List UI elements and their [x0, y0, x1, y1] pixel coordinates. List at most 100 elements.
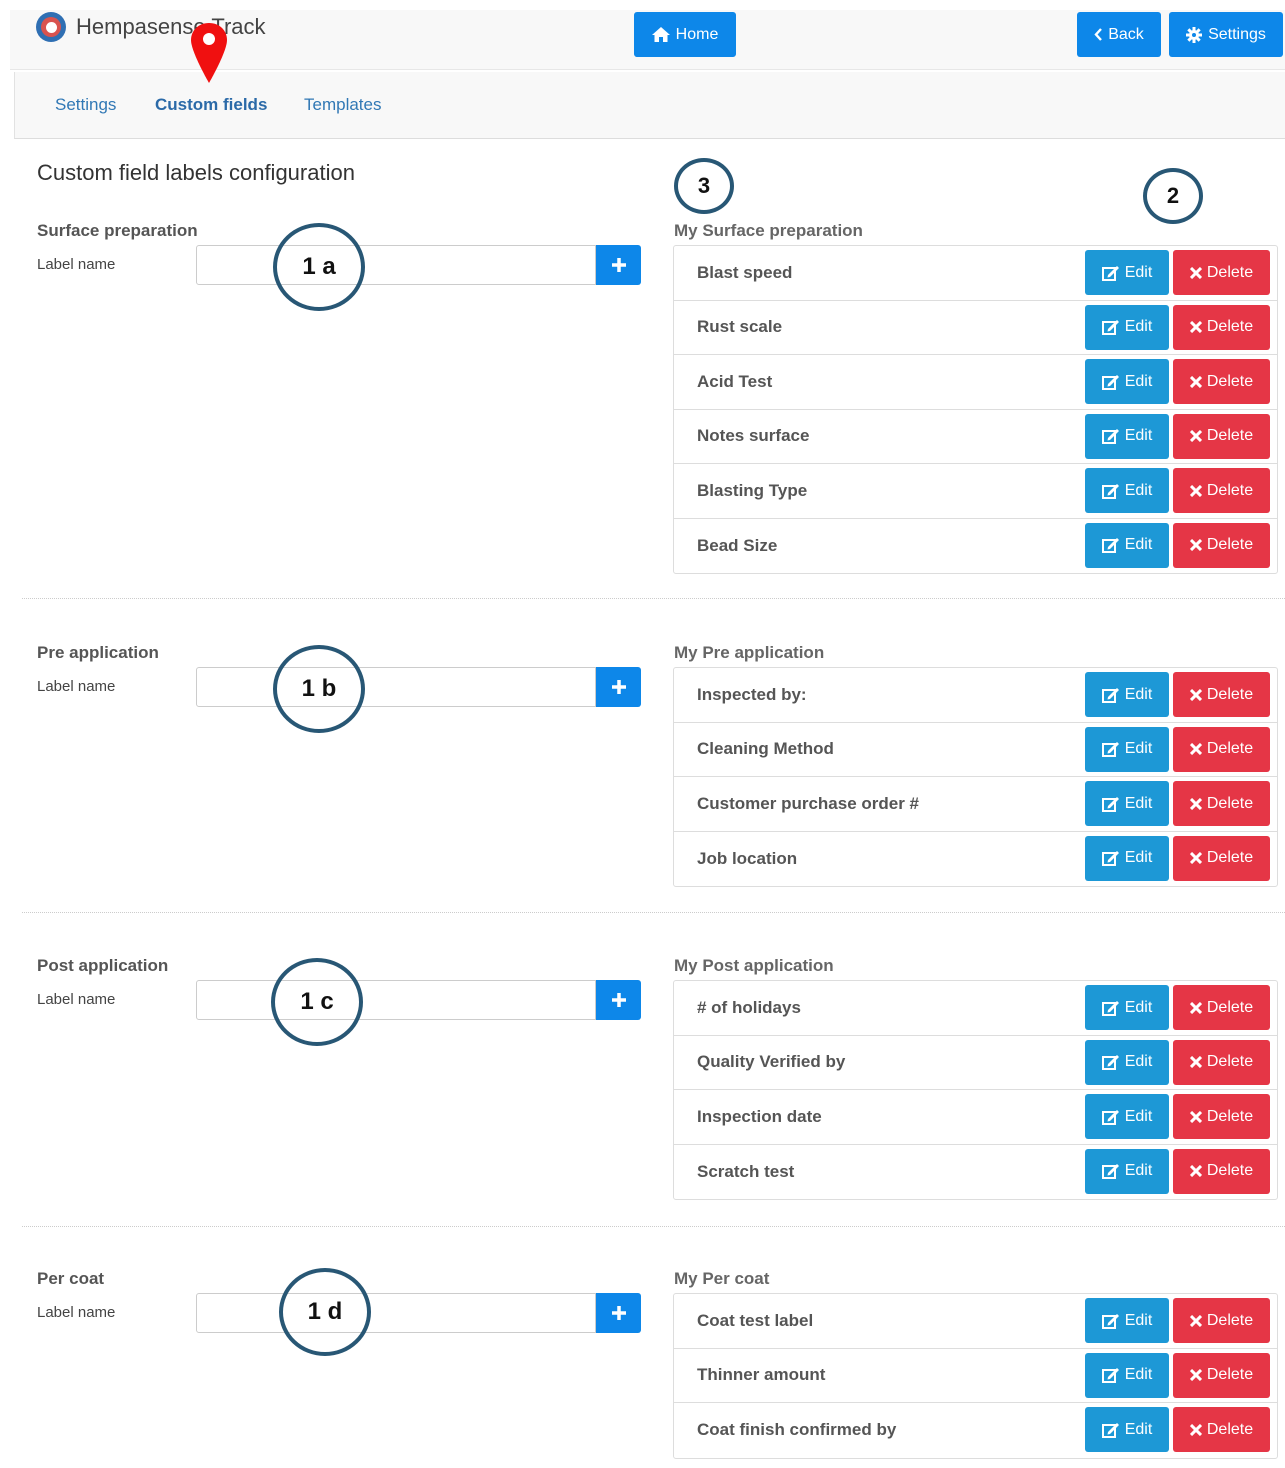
callout-section: 1 d — [279, 1268, 371, 1356]
delete-button[interactable]: Delete — [1173, 835, 1270, 881]
list-title: My Surface preparation — [674, 221, 863, 240]
close-icon — [1189, 375, 1202, 388]
close-icon — [1189, 1110, 1202, 1123]
delete-label: Delete — [1206, 1311, 1254, 1329]
field-label: Inspection date — [697, 1106, 822, 1126]
delete-label: Delete — [1206, 1162, 1254, 1179]
page-title: Custom field labels configuration — [37, 160, 355, 185]
field-label: Job location — [697, 848, 798, 868]
delete-button[interactable]: Delete — [1173, 413, 1270, 459]
settings-button[interactable]: Settings — [1169, 12, 1283, 57]
field-label: Customer purchase order # — [697, 793, 920, 813]
delete-button[interactable]: Delete — [1173, 1352, 1270, 1398]
delete-button[interactable]: Delete — [1173, 781, 1270, 826]
edit-icon — [1101, 1000, 1119, 1016]
edit-button[interactable]: Edit — [1085, 359, 1169, 404]
list-item: Job location Edit Delete — [674, 832, 1277, 887]
delete-button[interactable]: Delete — [1173, 522, 1270, 568]
close-icon — [1189, 484, 1202, 497]
edit-button[interactable]: Edit — [1085, 250, 1169, 295]
edit-button[interactable]: Edit — [1085, 835, 1169, 881]
edit-button[interactable]: Edit — [1085, 1039, 1169, 1085]
delete-button[interactable]: Delete — [1173, 1148, 1270, 1194]
delete-button[interactable]: Delete — [1173, 250, 1270, 295]
section-title: Per coat — [37, 1269, 105, 1288]
field-label: Coat finish confirmed by — [697, 1420, 897, 1440]
edit-button[interactable]: Edit — [1085, 1352, 1169, 1398]
back-button[interactable]: Back — [1077, 12, 1161, 57]
section-title: Surface preparation — [37, 221, 198, 240]
delete-button[interactable]: Delete — [1173, 672, 1270, 717]
edit-label: Edit — [1124, 1053, 1153, 1070]
section-divider — [22, 598, 1285, 599]
delete-button[interactable]: Delete — [1173, 304, 1270, 350]
edit-label: Edit — [1124, 372, 1153, 390]
list-item: Quality Verified by Edit Delete — [674, 1036, 1277, 1090]
delete-button[interactable]: Delete — [1173, 1298, 1270, 1343]
edit-label: Edit — [1124, 427, 1153, 444]
list-title: My Pre application — [674, 643, 825, 662]
close-icon — [1189, 430, 1202, 442]
edit-button[interactable]: Edit — [1085, 726, 1169, 772]
delete-button[interactable]: Delete — [1173, 1407, 1270, 1452]
list-item: Scratch test Edit Delete — [674, 1145, 1277, 1200]
delete-button[interactable]: Delete — [1173, 1039, 1270, 1085]
label-name-input[interactable] — [196, 980, 596, 1020]
delete-button[interactable]: Delete — [1173, 726, 1270, 772]
add-label-button[interactable] — [596, 980, 641, 1020]
edit-button[interactable]: Edit — [1085, 1094, 1169, 1139]
list-item: Notes surface Edit Delete — [674, 410, 1277, 464]
close-icon — [1189, 1423, 1202, 1436]
field-label: Rust scale — [697, 317, 783, 337]
location-pin-icon — [191, 23, 227, 83]
edit-button[interactable]: Edit — [1085, 522, 1169, 568]
edit-button[interactable]: Edit — [1085, 985, 1169, 1030]
custom-field-list: Coat test label Edit Delete Thinner amount E… — [673, 1293, 1278, 1459]
edit-button[interactable]: Edit — [1085, 1407, 1169, 1452]
edit-icon — [1101, 1422, 1119, 1438]
list-item: Customer purchase order # Edit Delete — [674, 777, 1277, 832]
edit-button[interactable]: Edit — [1085, 781, 1169, 826]
delete-button[interactable]: Delete — [1173, 468, 1270, 513]
edit-icon — [1101, 429, 1119, 444]
add-label-button[interactable] — [596, 667, 641, 707]
add-label-button[interactable] — [596, 245, 641, 285]
edit-label: Edit — [1124, 1107, 1153, 1125]
tab-templates[interactable]: Templates — [304, 95, 381, 115]
edit-button[interactable]: Edit — [1085, 672, 1169, 717]
list-item: Bead Size Edit Delete — [674, 519, 1277, 574]
home-button[interactable]: Home — [634, 12, 736, 57]
callout-3: 3 — [674, 158, 734, 214]
section-divider — [22, 1226, 1285, 1227]
plus-icon — [611, 1306, 626, 1320]
delete-button[interactable]: Delete — [1173, 985, 1270, 1030]
edit-button[interactable]: Edit — [1085, 468, 1169, 513]
label-name-input[interactable] — [196, 1293, 596, 1333]
section-title: Post application — [37, 956, 169, 975]
label-name-input[interactable] — [196, 245, 596, 285]
list-item: Coat finish confirmed by Edit Delete — [674, 1403, 1277, 1458]
edit-button[interactable]: Edit — [1085, 304, 1169, 350]
edit-icon — [1101, 265, 1119, 281]
tab-custom-fields[interactable]: Custom fields — [155, 95, 267, 115]
delete-label: Delete — [1206, 998, 1254, 1016]
field-label: Notes surface — [697, 426, 810, 446]
edit-button[interactable]: Edit — [1085, 413, 1169, 459]
close-icon — [1189, 1001, 1202, 1014]
close-icon — [1189, 743, 1202, 755]
gear-icon — [1186, 26, 1203, 43]
brand-logo-icon — [36, 12, 66, 42]
edit-label: Edit — [1124, 685, 1153, 703]
edit-icon — [1101, 1164, 1119, 1179]
edit-label: Edit — [1124, 1420, 1153, 1438]
edit-button[interactable]: Edit — [1085, 1148, 1169, 1194]
brand[interactable]: Hempasense Track — [36, 12, 266, 42]
edit-button[interactable]: Edit — [1085, 1298, 1169, 1343]
label-name-caption: Label name — [37, 1304, 116, 1321]
delete-button[interactable]: Delete — [1173, 359, 1270, 404]
delete-label: Delete — [1206, 685, 1254, 703]
delete-button[interactable]: Delete — [1173, 1094, 1270, 1139]
tab-settings[interactable]: Settings — [55, 95, 116, 115]
add-label-button[interactable] — [596, 1293, 641, 1333]
label-name-input[interactable] — [196, 667, 596, 707]
